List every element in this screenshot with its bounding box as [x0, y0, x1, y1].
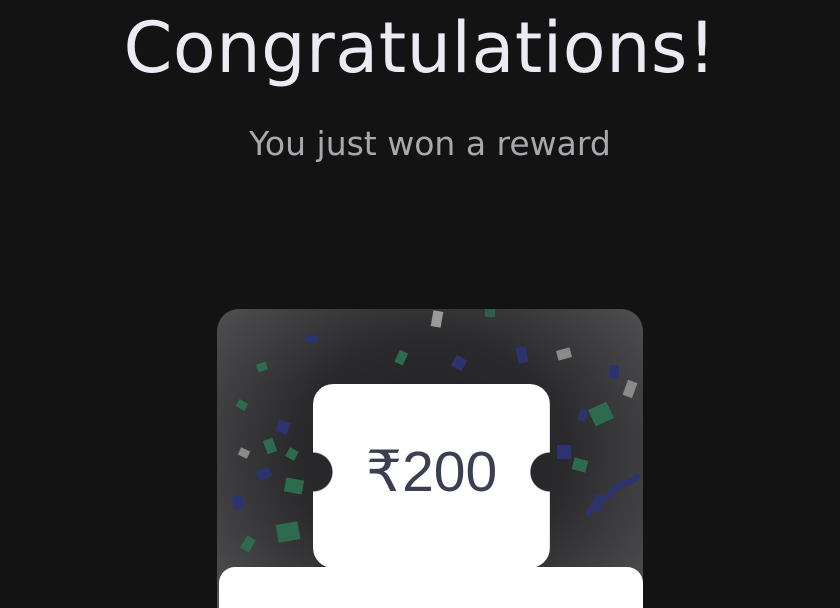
reward-ticket[interactable]: ₹200: [313, 384, 550, 568]
page-title: Congratulations!: [123, 7, 717, 89]
reward-subtitle: You just won a reward: [249, 124, 611, 163]
bottom-panel: [219, 567, 643, 608]
reward-amount: ₹200: [365, 440, 498, 504]
